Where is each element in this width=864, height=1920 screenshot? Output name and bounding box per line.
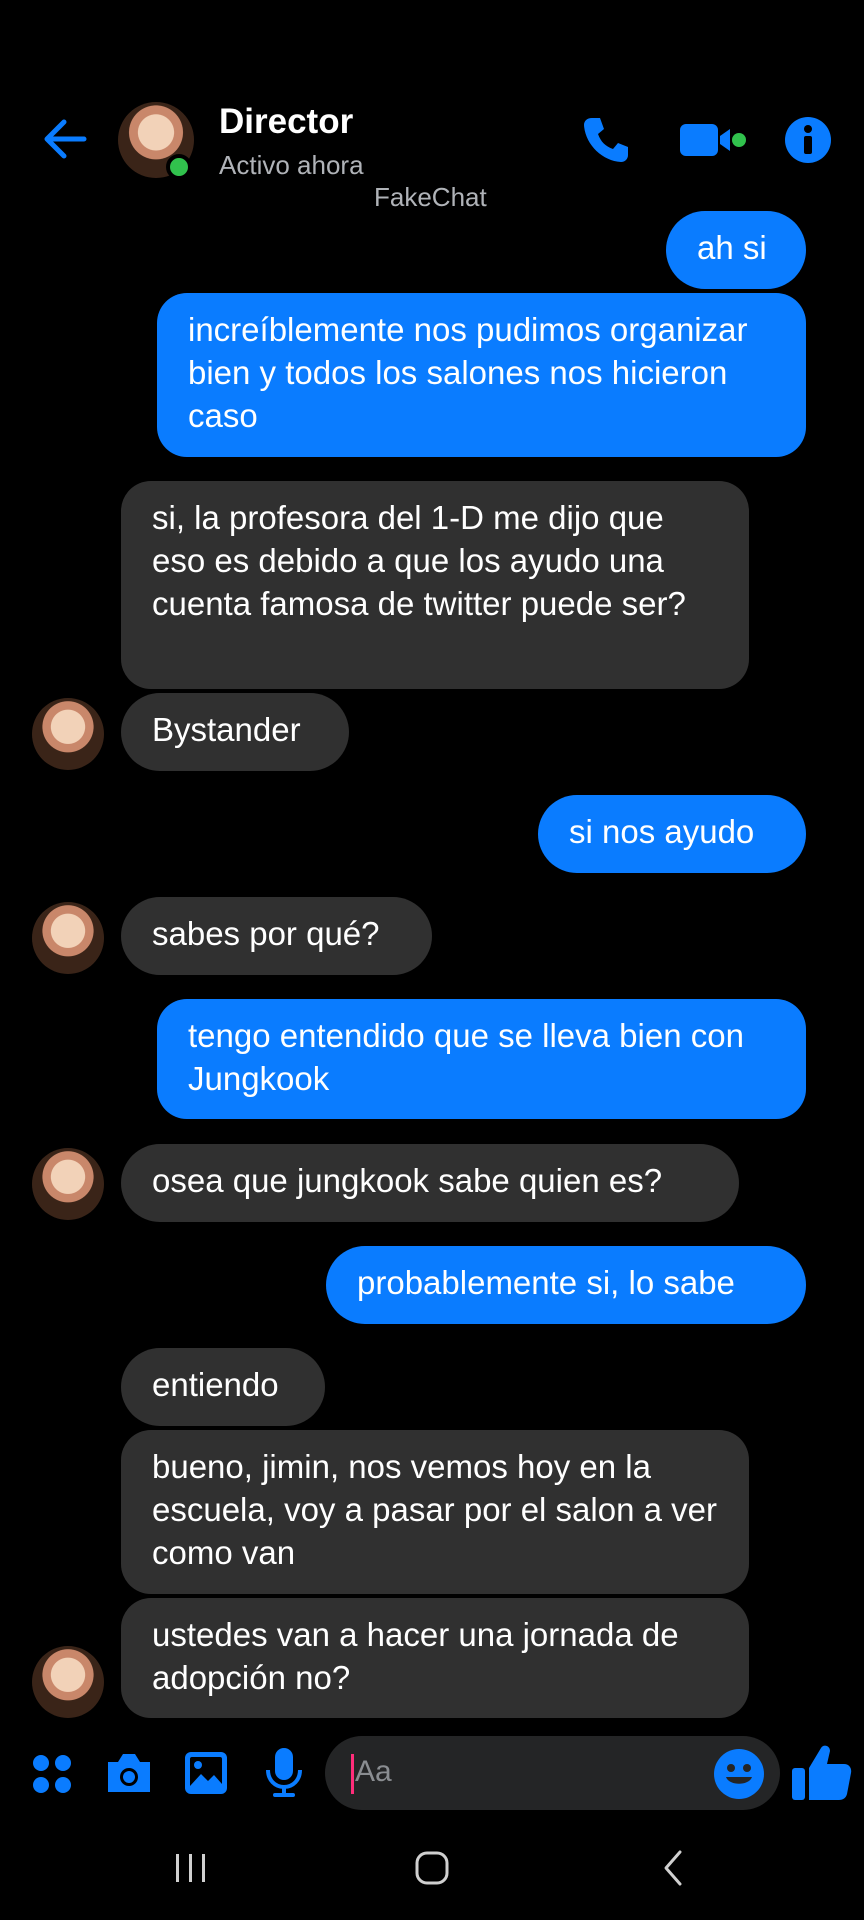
camera-icon[interactable] [104, 1750, 154, 1796]
contact-name[interactable]: Director [219, 102, 353, 142]
message-incoming[interactable]: si, la profesora del 1-D me dijo que eso… [121, 481, 749, 689]
back-arrow-icon[interactable] [40, 114, 90, 164]
message-outgoing[interactable]: si nos ayudo [538, 795, 806, 873]
online-indicator [166, 154, 192, 180]
sender-avatar[interactable] [32, 1646, 104, 1718]
microphone-icon[interactable] [264, 1746, 304, 1800]
chat-header: Director Activo ahora FakeChat [0, 0, 864, 220]
message-incoming[interactable]: osea que jungkook sabe quien es? [121, 1144, 739, 1222]
message-incoming[interactable]: sabes por qué? [121, 897, 432, 975]
sender-avatar[interactable] [32, 1148, 104, 1220]
message-input-placeholder: Aa [355, 1755, 392, 1788]
thumbs-up-icon[interactable] [790, 1740, 854, 1804]
recent-apps-icon[interactable] [172, 1850, 210, 1886]
sender-avatar[interactable] [32, 902, 104, 974]
back-nav-icon[interactable] [656, 1848, 690, 1888]
apps-icon[interactable] [30, 1752, 74, 1796]
active-status: Activo ahora [219, 150, 364, 180]
info-icon[interactable] [784, 116, 832, 164]
message-outgoing[interactable]: ah si [666, 211, 806, 289]
message-incoming[interactable]: ustedes van a hacer una jornada de adopc… [121, 1598, 749, 1718]
text-cursor [351, 1754, 354, 1794]
message-outgoing[interactable]: increíblemente nos pudimos organizar bie… [157, 293, 806, 457]
message-incoming[interactable]: bueno, jimin, nos vemos hoy en la escuel… [121, 1430, 749, 1594]
message-incoming[interactable]: Bystander [121, 693, 349, 771]
sender-avatar[interactable] [32, 698, 104, 770]
video-camera-icon[interactable] [678, 118, 748, 162]
phone-icon[interactable] [580, 114, 632, 166]
message-incoming[interactable]: entiendo [121, 1348, 325, 1426]
message-outgoing[interactable]: tengo entendido que se lleva bien con Ju… [157, 999, 806, 1119]
message-outgoing[interactable]: probablemente si, lo sabe [326, 1246, 806, 1324]
message-input[interactable] [325, 1736, 780, 1810]
watermark-text: FakeChat [374, 182, 487, 212]
home-icon[interactable] [412, 1848, 452, 1888]
emoji-icon[interactable] [713, 1748, 765, 1800]
gallery-icon[interactable] [183, 1750, 229, 1796]
